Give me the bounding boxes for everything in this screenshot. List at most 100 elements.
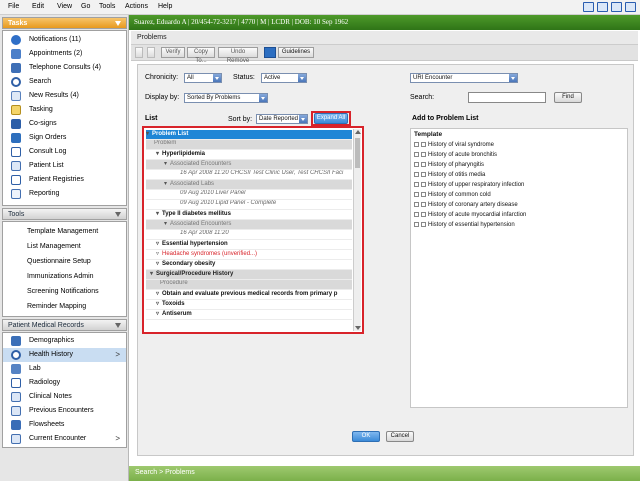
record-clinical-notes[interactable]: Clinical Notes [3, 390, 126, 404]
record-radiology[interactable]: Radiology [3, 376, 126, 390]
window-icon[interactable] [625, 2, 636, 12]
add-list-item[interactable]: History of pharyngitis [414, 162, 624, 171]
menu-view[interactable]: View [57, 3, 72, 10]
verify-button[interactable]: Verify [161, 47, 185, 58]
expand-icon[interactable] [414, 212, 419, 217]
grid-icon[interactable] [597, 2, 608, 12]
collapse-icon[interactable] [421, 152, 426, 157]
record-demographics[interactable]: Demographics [3, 334, 126, 348]
scroll-thumb[interactable] [355, 138, 360, 168]
tool-list-management[interactable]: List Management [3, 240, 126, 254]
expand-icon[interactable] [414, 202, 419, 207]
list-header-row[interactable]: ▾ Problem List [146, 130, 352, 140]
list-row[interactable]: 16 Apr 2008 11:20 [146, 230, 352, 240]
list-row[interactable]: 09 Aug 2010 Lipid Panel - Complete [146, 200, 352, 210]
nav-patient-registries[interactable]: Patient Registries [3, 173, 126, 187]
list-row[interactable]: ▿ Obtain and evaluate previous medical re… [146, 290, 352, 300]
print-icon[interactable] [611, 2, 622, 12]
status-select[interactable]: Active [261, 73, 307, 83]
sort-select[interactable]: Date Reported [256, 114, 308, 124]
expand-icon[interactable] [414, 192, 419, 197]
collapse-icon[interactable] [421, 142, 426, 147]
add-list-item[interactable]: History of otitis media [414, 172, 624, 181]
nav-reporting[interactable]: Reporting [3, 187, 126, 201]
menu-help[interactable]: Help [158, 3, 172, 10]
record-flowsheets[interactable]: Flowsheets [3, 418, 126, 432]
nav-cosigns[interactable]: Co-signs [3, 117, 126, 131]
ok-button[interactable]: OK [352, 431, 380, 442]
cancel-button[interactable]: Cancel [386, 431, 414, 442]
list-row[interactable]: ▿ Toxoids [146, 300, 352, 310]
expand-icon[interactable] [414, 222, 419, 227]
collapse-icon[interactable] [421, 212, 426, 217]
list-row-unverified[interactable]: ▿ Headache syndromes (unverified...) [146, 250, 352, 260]
nav-new-results[interactable]: New Results (4) [3, 89, 126, 103]
collapse-icon[interactable] [421, 172, 426, 177]
record-lab[interactable]: Lab [3, 362, 126, 376]
tool-immunizations-admin[interactable]: Immunizations Admin [3, 270, 126, 284]
scroll-up-icon[interactable] [355, 130, 361, 134]
collapse-icon[interactable] [421, 222, 426, 227]
menu-file[interactable]: File [8, 3, 19, 10]
record-current-encounter[interactable]: Current Encounter > [3, 432, 126, 446]
list-row[interactable]: ▿ Essential hypertension [146, 240, 352, 250]
list-row[interactable]: ▾ Hyperlipidemia [146, 150, 352, 160]
list-row[interactable]: ▾ Type II diabetes mellitus [146, 210, 352, 220]
expand-icon[interactable] [414, 172, 419, 177]
calendar-icon[interactable] [583, 2, 594, 12]
add-list-item[interactable]: History of common cold [414, 192, 624, 201]
nav-sign-orders[interactable]: Sign Orders [3, 131, 126, 145]
expand-all-button[interactable]: Expand All [314, 113, 348, 124]
nav-patient-list[interactable]: Patient List [3, 159, 126, 173]
tool-template-management[interactable]: Template Management [3, 225, 126, 239]
collapse-icon[interactable] [421, 182, 426, 187]
tasks-header[interactable]: Tasks [2, 17, 127, 29]
menu-edit[interactable]: Edit [32, 3, 44, 10]
expand-icon[interactable] [414, 162, 419, 167]
nav-tasking[interactable]: Tasking [3, 103, 126, 117]
new-icon[interactable] [135, 47, 143, 58]
list-row[interactable]: ▾ Associated Encounters [146, 160, 352, 170]
tool-reminder-mapping[interactable]: Reminder Mapping [3, 300, 126, 314]
collapse-icon[interactable] [421, 202, 426, 207]
menu-actions[interactable]: Actions [125, 3, 148, 10]
collapse-icon[interactable] [421, 162, 426, 167]
edit-icon[interactable] [147, 47, 155, 58]
list-row[interactable]: ▾ Associated Encounters [146, 220, 352, 230]
tools-header[interactable]: Tools [2, 208, 127, 220]
list-row[interactable]: ▾ Associated Labs [146, 180, 352, 190]
menu-tools[interactable]: Tools [99, 3, 115, 10]
display-by-select[interactable]: Sorted By Problems [184, 93, 268, 103]
find-button[interactable]: Find [554, 92, 582, 103]
nav-search[interactable]: Search [3, 75, 126, 89]
search-input[interactable] [468, 92, 546, 103]
list-row[interactable]: 16 Apr 2008 11:20 CHCSII Test Clinic Use… [146, 170, 352, 180]
tool-questionnaire-setup[interactable]: Questionnaire Setup [3, 255, 126, 269]
copy-to-button[interactable]: Copy To... [187, 47, 215, 64]
list-row[interactable]: ▿ Secondary obesity [146, 260, 352, 270]
list-row-section[interactable]: ▾ Surgical/Procedure History [146, 270, 352, 280]
scroll-down-icon[interactable] [355, 326, 361, 330]
list-scrollbar[interactable] [353, 129, 361, 331]
encounter-select[interactable]: URI Encounter [410, 73, 518, 83]
guidelines-button[interactable]: Guidelines [278, 47, 314, 58]
tool-screening-notifications[interactable]: Screening Notifications [3, 285, 126, 299]
nav-consult-log[interactable]: Consult Log [3, 145, 126, 159]
record-health-history[interactable]: Health History > [3, 348, 126, 362]
undo-remove-button[interactable]: Undo Remove [218, 47, 258, 64]
expand-icon[interactable] [414, 142, 419, 147]
add-list-item[interactable]: History of coronary artery disease [414, 202, 624, 211]
add-list-item[interactable]: History of acute bronchitis [414, 152, 624, 161]
menu-go[interactable]: Go [81, 3, 90, 10]
add-list-item[interactable]: History of essential hypertension [414, 222, 624, 231]
nav-appointments[interactable]: Appointments (2) [3, 47, 126, 61]
guidelines-icon[interactable] [264, 47, 276, 58]
collapse-icon[interactable] [421, 192, 426, 197]
record-previous-encounters[interactable]: Previous Encounters [3, 404, 126, 418]
add-list-item[interactable]: History of acute myocardial infarction [414, 212, 624, 221]
list-row[interactable]: 09 Aug 2010 Liver Panel [146, 190, 352, 200]
list-row[interactable]: ▿ Antiserum [146, 310, 352, 320]
chronicity-select[interactable]: All [184, 73, 222, 83]
nav-notifications[interactable]: Notifications (11) [3, 33, 126, 47]
add-list-item[interactable]: History of viral syndrome [414, 142, 624, 151]
